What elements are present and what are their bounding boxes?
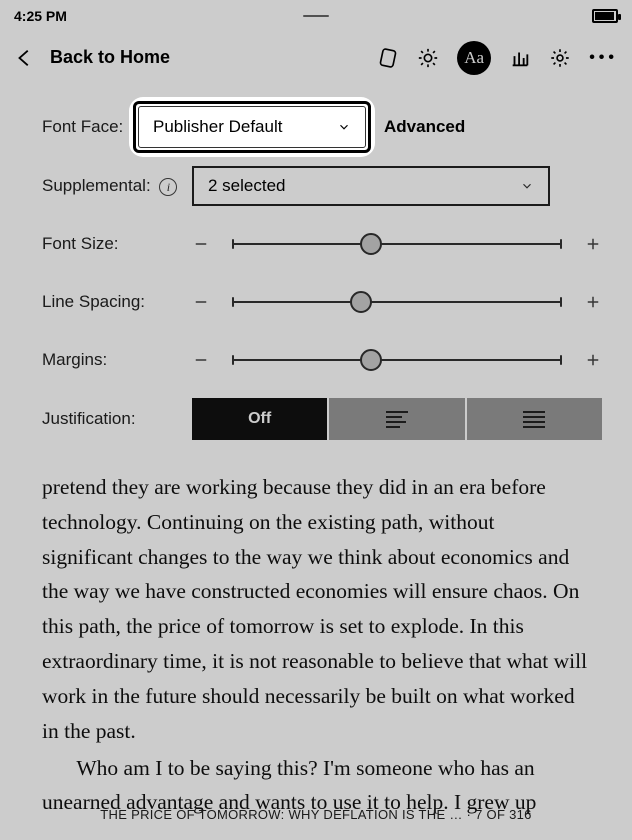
body-paragraph: pretend they are working because they di… (42, 470, 590, 749)
justification-label: Justification: (42, 409, 192, 429)
decrease-font-size-button[interactable] (192, 235, 210, 253)
advanced-button[interactable]: Advanced (384, 117, 465, 137)
rotation-lock-icon[interactable] (377, 47, 399, 69)
status-bar: 4:25 PM (0, 0, 632, 32)
justification-off-button[interactable]: Off (192, 398, 327, 440)
battery-icon (592, 9, 618, 23)
increase-font-size-button[interactable] (584, 235, 602, 253)
drag-handle[interactable] (296, 6, 336, 26)
margins-label: Margins: (42, 350, 192, 370)
chevron-down-icon (337, 120, 351, 134)
page-footer: THE PRICE OF TOMORROW: WHY DEFLATION IS … (0, 807, 632, 822)
font-face-select[interactable]: Publisher Default (138, 106, 366, 148)
more-icon[interactable]: ••• (589, 49, 618, 67)
font-settings-panel: Font Face: Publisher Default Advanced Su… (0, 84, 632, 466)
font-face-label: Font Face: (42, 117, 138, 137)
top-toolbar: Back to Home Aa ••• (0, 32, 632, 84)
back-arrow-icon[interactable] (14, 47, 36, 69)
status-time: 4:25 PM (14, 8, 67, 24)
increase-line-spacing-button[interactable] (584, 293, 602, 311)
font-size-slider[interactable] (232, 243, 562, 245)
line-spacing-label: Line Spacing: (42, 292, 192, 312)
decrease-line-spacing-button[interactable] (192, 293, 210, 311)
supplemental-select[interactable]: 2 selected (192, 166, 550, 206)
supplemental-value: 2 selected (208, 176, 286, 196)
justification-left-button[interactable] (329, 398, 464, 440)
font-face-value: Publisher Default (153, 117, 282, 137)
font-size-label: Font Size: (42, 234, 192, 254)
back-to-home-button[interactable]: Back to Home (50, 47, 170, 68)
brightness-icon[interactable] (417, 47, 439, 69)
line-spacing-slider[interactable] (232, 301, 562, 303)
info-icon[interactable]: i (159, 178, 177, 196)
margins-slider[interactable] (232, 359, 562, 361)
stats-icon[interactable] (509, 47, 531, 69)
gear-icon[interactable] (549, 47, 571, 69)
increase-margins-button[interactable] (584, 351, 602, 369)
align-left-icon (386, 411, 408, 428)
supplemental-label: Supplemental: i (42, 176, 192, 197)
decrease-margins-button[interactable] (192, 351, 210, 369)
justification-segmented: Off (192, 398, 602, 440)
justification-full-button[interactable] (467, 398, 602, 440)
align-justify-icon (523, 411, 545, 428)
font-settings-icon[interactable]: Aa (457, 41, 491, 75)
chevron-down-icon (520, 179, 534, 193)
book-content[interactable]: pretend they are working because they di… (0, 466, 632, 820)
